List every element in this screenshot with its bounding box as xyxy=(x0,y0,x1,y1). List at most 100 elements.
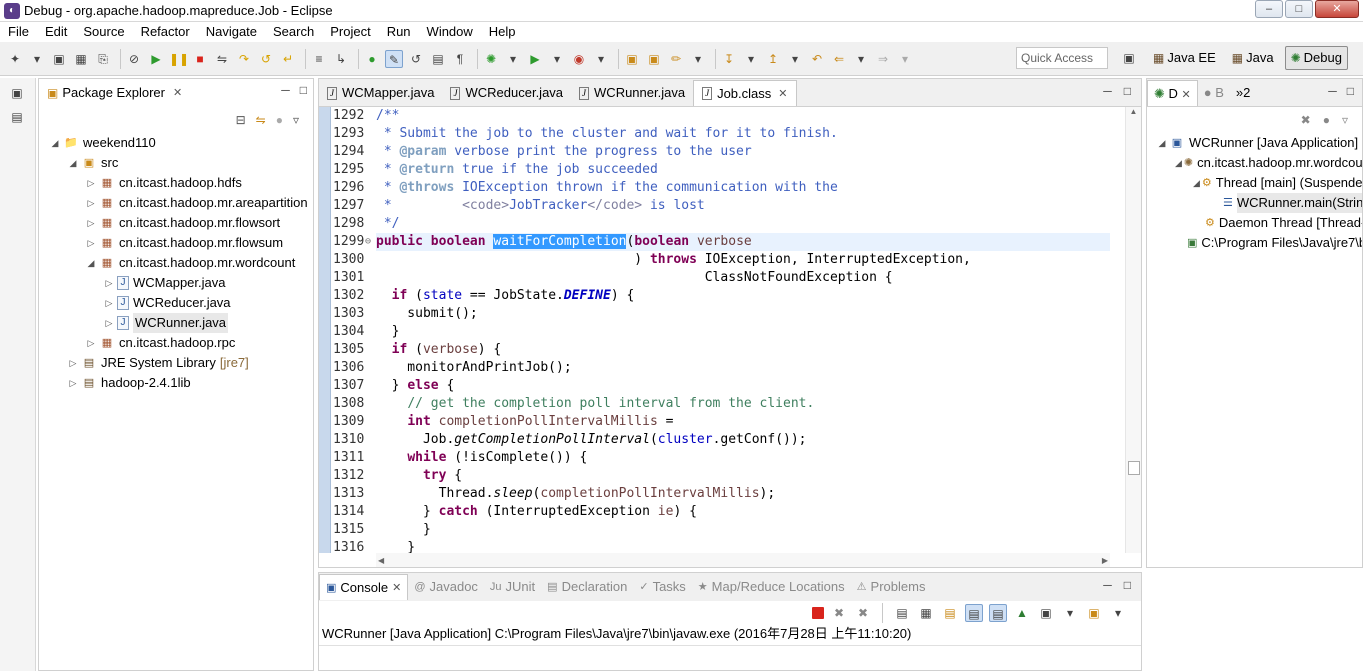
remove-terminated-icon[interactable]: ✖ xyxy=(1301,113,1311,127)
collapsed-icon[interactable]: ▷ xyxy=(67,373,79,393)
dropdown-icon[interactable]: ▾ xyxy=(896,50,914,68)
menu-edit[interactable]: Edit xyxy=(37,22,75,42)
tree-item-library[interactable]: ▷ ▤ hadoop-2.4.1lib xyxy=(39,373,313,393)
tab-wcmapper[interactable]: J WCMapper.java xyxy=(319,80,442,106)
tab-map-reduce-locations[interactable]: ★ Map/Reduce Locations xyxy=(692,574,851,600)
outline-icon[interactable]: ▤ xyxy=(8,108,26,126)
link-with-editor-icon[interactable]: ⇋ xyxy=(256,113,266,127)
toggle-mark-occurrences-icon[interactable]: ✎ xyxy=(385,49,403,68)
debug-tree-thread[interactable]: ◢ ⚙ Thread [main] (Suspended) xyxy=(1147,173,1362,193)
tab-wcrunner[interactable]: J WCRunner.java xyxy=(571,80,693,106)
remove-launch-icon[interactable]: ✖ xyxy=(830,604,848,622)
step-return-icon[interactable]: ↵ xyxy=(279,50,297,68)
tree-item-java-file-selected[interactable]: ▷ J WCRunner.java xyxy=(39,313,313,333)
focus-icon[interactable]: ● xyxy=(1323,113,1330,127)
use-step-filters-icon[interactable]: ↳ xyxy=(332,50,350,68)
show-whitespace-icon[interactable]: ¶ xyxy=(451,50,469,68)
menu-project[interactable]: Project xyxy=(322,22,378,42)
selected-word[interactable]: waitForCompletion xyxy=(493,234,627,249)
dropdown-icon[interactable]: ▾ xyxy=(689,50,707,68)
debug-tree-launch[interactable]: ◢ ▣ WCRunner [Java Application] xyxy=(1147,133,1362,153)
previous-annotation-icon[interactable]: ↥ xyxy=(764,50,782,68)
scrollbar-thumb[interactable] xyxy=(1128,461,1140,475)
tab-console[interactable]: ▣ Console ✕ xyxy=(319,574,409,601)
tree-item-java-file[interactable]: ▷ J WCReducer.java xyxy=(39,293,313,313)
tree-item-src[interactable]: ◢ ▣ src xyxy=(39,153,313,173)
last-edit-location-icon[interactable]: ↶ xyxy=(808,50,826,68)
print-icon[interactable]: ⎘ xyxy=(94,50,112,68)
dropdown-icon[interactable]: ▾ xyxy=(504,50,522,68)
view-menu-icon[interactable]: ▿ xyxy=(293,113,299,127)
close-button[interactable]: ✕ xyxy=(1315,0,1359,18)
collapsed-icon[interactable]: ▷ xyxy=(103,273,115,293)
maximize-view-icon[interactable]: □ xyxy=(300,83,307,97)
dropdown-icon[interactable]: ▾ xyxy=(1061,604,1079,622)
external-tools-icon[interactable]: ◉ xyxy=(570,50,588,68)
open-perspective-icon[interactable]: ▣ xyxy=(1120,49,1138,67)
open-console-icon[interactable]: ▣ xyxy=(1085,604,1103,622)
debug-tree-thread[interactable]: ⚙ Daemon Thread [Thread-2] (Running) xyxy=(1147,213,1362,233)
expanded-icon[interactable]: ◢ xyxy=(1175,153,1182,173)
maximize-view-icon[interactable]: □ xyxy=(1124,578,1131,592)
dropdown-icon[interactable]: ▾ xyxy=(592,50,610,68)
new-icon[interactable]: ✦ xyxy=(6,50,24,68)
pin-console-icon[interactable]: ▲ xyxy=(1013,604,1031,622)
close-tab-icon[interactable]: ✕ xyxy=(778,81,787,107)
minimize-view-icon[interactable]: ─ xyxy=(1103,84,1112,98)
debug-tree-process[interactable]: ▣ C:\Program Files\Java\jre7\bin\javaw.e… xyxy=(1147,233,1362,253)
source-code[interactable]: /** * Submit the job to the cluster and … xyxy=(376,107,1110,553)
debug-icon[interactable]: ✺ xyxy=(482,50,500,68)
perspective-debug[interactable]: ✺ Debug xyxy=(1284,46,1348,70)
new-package-icon[interactable]: ▣ xyxy=(623,50,641,68)
close-tab-icon[interactable]: ✕ xyxy=(392,575,401,601)
focus-icon[interactable]: ● xyxy=(276,113,283,127)
menu-refactor[interactable]: Refactor xyxy=(133,22,198,42)
tree-item-package[interactable]: ▷ ▦ cn.itcast.hadoop.hdfs xyxy=(39,173,313,193)
show-on-stderr-icon[interactable]: ▤ xyxy=(989,604,1007,622)
tree-item-package[interactable]: ▷ ▦ cn.itcast.hadoop.mr.flowsum xyxy=(39,233,313,253)
maximize-view-icon[interactable]: □ xyxy=(1347,84,1354,98)
tree-item-java-file[interactable]: ▷ J WCMapper.java xyxy=(39,273,313,293)
dropdown-icon[interactable]: ▾ xyxy=(28,50,46,68)
toggle-word-wrap-icon[interactable]: ↺ xyxy=(407,50,425,68)
maximize-button[interactable]: □ xyxy=(1285,0,1313,18)
collapsed-icon[interactable]: ▷ xyxy=(67,353,79,373)
tree-item-project[interactable]: ◢ 📁 weekend110 xyxy=(39,133,313,153)
save-all-icon[interactable]: ▦ xyxy=(72,50,90,68)
tab-breakpoints[interactable]: ● B xyxy=(1198,80,1230,106)
show-on-stdout-icon[interactable]: ▤ xyxy=(965,604,983,622)
menu-file[interactable]: File xyxy=(0,22,37,42)
minimize-view-icon[interactable]: ─ xyxy=(281,83,290,97)
step-over-icon[interactable]: ↺ xyxy=(257,50,275,68)
tree-item-library[interactable]: ▷ ▤ JRE System Library [jre7] xyxy=(39,353,313,373)
minimize-view-icon[interactable]: ─ xyxy=(1103,578,1112,592)
resume-icon[interactable]: ▶ xyxy=(147,50,165,68)
menu-help[interactable]: Help xyxy=(481,22,524,42)
expanded-icon[interactable]: ◢ xyxy=(67,153,79,173)
menu-navigate[interactable]: Navigate xyxy=(198,22,265,42)
drop-to-frame-icon[interactable]: ≡ xyxy=(310,50,328,68)
disconnect-icon[interactable]: ⇋ xyxy=(213,50,231,68)
dropdown-icon[interactable]: ▾ xyxy=(786,50,804,68)
collapsed-icon[interactable]: ▷ xyxy=(103,293,115,313)
debug-tree-stack-frame[interactable]: ☰ WCRunner.main(String[]) line: 54 xyxy=(1147,193,1362,213)
perspective-java-ee[interactable]: ▦ Java EE xyxy=(1148,46,1221,70)
restore-icon[interactable]: ▣ xyxy=(8,84,26,102)
minimize-view-icon[interactable]: ─ xyxy=(1328,84,1337,98)
console-output[interactable] xyxy=(319,645,1141,671)
step-into-icon[interactable]: ↷ xyxy=(235,50,253,68)
tab-javadoc[interactable]: @ Javadoc xyxy=(408,574,484,600)
collapsed-icon[interactable]: ▷ xyxy=(85,333,97,353)
remove-all-terminated-icon[interactable]: ✖ xyxy=(854,604,872,622)
expanded-icon[interactable]: ◢ xyxy=(1193,173,1200,193)
tab-package-explorer[interactable]: ▣ Package Explorer ✕ xyxy=(39,80,191,106)
scroll-right-icon[interactable]: ▶ xyxy=(1102,556,1108,565)
skip-breakpoints-icon[interactable]: ⊘ xyxy=(125,50,143,68)
tab-junit[interactable]: Ju JUnit xyxy=(484,574,541,600)
expanded-icon[interactable]: ◢ xyxy=(85,253,97,273)
open-type-icon[interactable]: ● xyxy=(363,50,381,68)
collapsed-icon[interactable]: ▷ xyxy=(85,173,97,193)
maximize-view-icon[interactable]: □ xyxy=(1124,84,1131,98)
dropdown-icon[interactable]: ▾ xyxy=(852,50,870,68)
scroll-up-icon[interactable]: ▲ xyxy=(1126,107,1141,116)
